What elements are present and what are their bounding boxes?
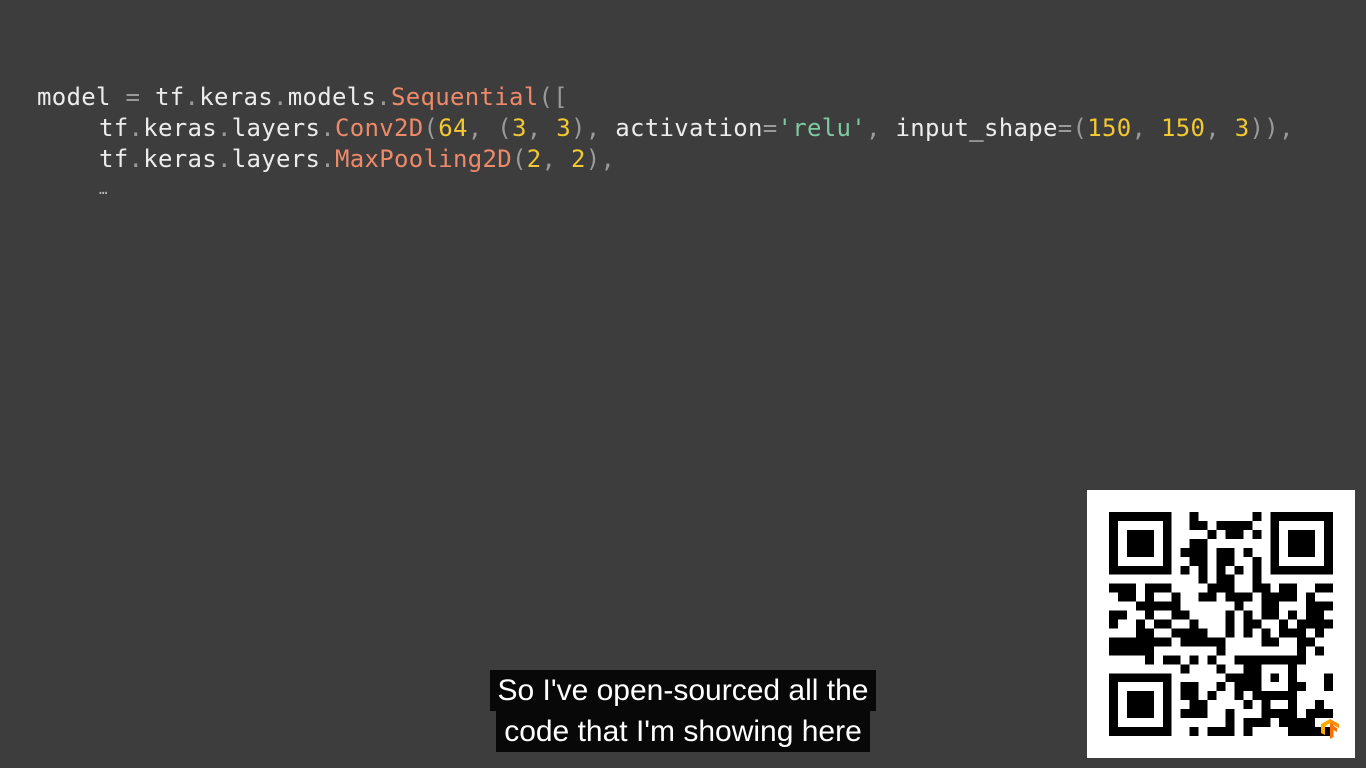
code-token: models: [287, 83, 377, 111]
code-number: 3: [1234, 114, 1250, 142]
code-line-2: tf.keras.layers.Conv2D(64, (3, 3), activ…: [37, 113, 1294, 144]
code-token: input_shape: [895, 114, 1058, 142]
code-token: ),: [585, 145, 616, 173]
code-token: .: [128, 114, 144, 142]
code-token: .: [320, 145, 335, 173]
code-token: layers: [231, 114, 321, 142]
caption-line-2: code that I'm showing here: [496, 711, 870, 752]
code-token: model: [37, 83, 111, 111]
code-token: ,: [1205, 114, 1235, 142]
code-number: 3: [512, 114, 527, 142]
code-function-name: Conv2D: [335, 114, 424, 142]
code-token: tf: [99, 145, 129, 173]
code-function-name: Sequential: [391, 83, 539, 111]
code-token: ,: [526, 114, 557, 142]
code-token: =: [110, 83, 155, 111]
video-frame: model = tf.keras.models.Sequential([tf.k…: [0, 0, 1366, 768]
code-token: .: [217, 114, 232, 142]
code-ellipsis: …: [99, 182, 108, 198]
code-token: layers: [231, 145, 321, 173]
code-token: ,: [541, 145, 571, 173]
code-token: =: [762, 114, 778, 142]
code-token: .: [320, 114, 335, 142]
code-token: .: [217, 145, 232, 173]
subtitle-caption: So I've open-sourced all the code that I…: [0, 670, 1366, 752]
code-token: ([: [538, 83, 568, 111]
code-token: .: [128, 145, 144, 173]
code-token: .: [376, 83, 391, 111]
code-number: 64: [438, 114, 468, 142]
code-line-3: tf.keras.layers.MaxPooling2D(2, 2),: [37, 144, 1294, 175]
caption-line-1: So I've open-sourced all the: [489, 670, 877, 711]
code-number: 2: [571, 145, 586, 173]
code-line-1: model = tf.keras.models.Sequential([: [37, 82, 1294, 113]
code-number: 150: [1087, 114, 1132, 142]
code-string: 'relu': [777, 114, 866, 142]
code-token: ,: [1131, 114, 1161, 142]
code-token: keras: [199, 83, 273, 111]
code-token: ,: [866, 114, 896, 142]
code-token: keras: [143, 114, 217, 142]
code-token: =(: [1057, 114, 1088, 142]
code-token: activation: [615, 114, 763, 142]
code-token: keras: [143, 145, 217, 173]
code-number: 2: [526, 145, 542, 173]
code-token: .: [184, 83, 200, 111]
code-number: 150: [1161, 114, 1206, 142]
code-token: )),: [1249, 114, 1294, 142]
code-snippet: model = tf.keras.models.Sequential([tf.k…: [37, 82, 1294, 206]
code-token: tf: [99, 114, 129, 142]
code-number: 3: [556, 114, 571, 142]
code-token: .: [273, 83, 288, 111]
code-token: ),: [571, 114, 616, 142]
code-token: (: [512, 145, 527, 173]
code-token: , (: [467, 114, 512, 142]
code-token: tf: [155, 83, 185, 111]
code-function-name: MaxPooling2D: [335, 145, 512, 173]
code-token: (: [423, 114, 439, 142]
code-line-4: …: [37, 175, 1294, 206]
